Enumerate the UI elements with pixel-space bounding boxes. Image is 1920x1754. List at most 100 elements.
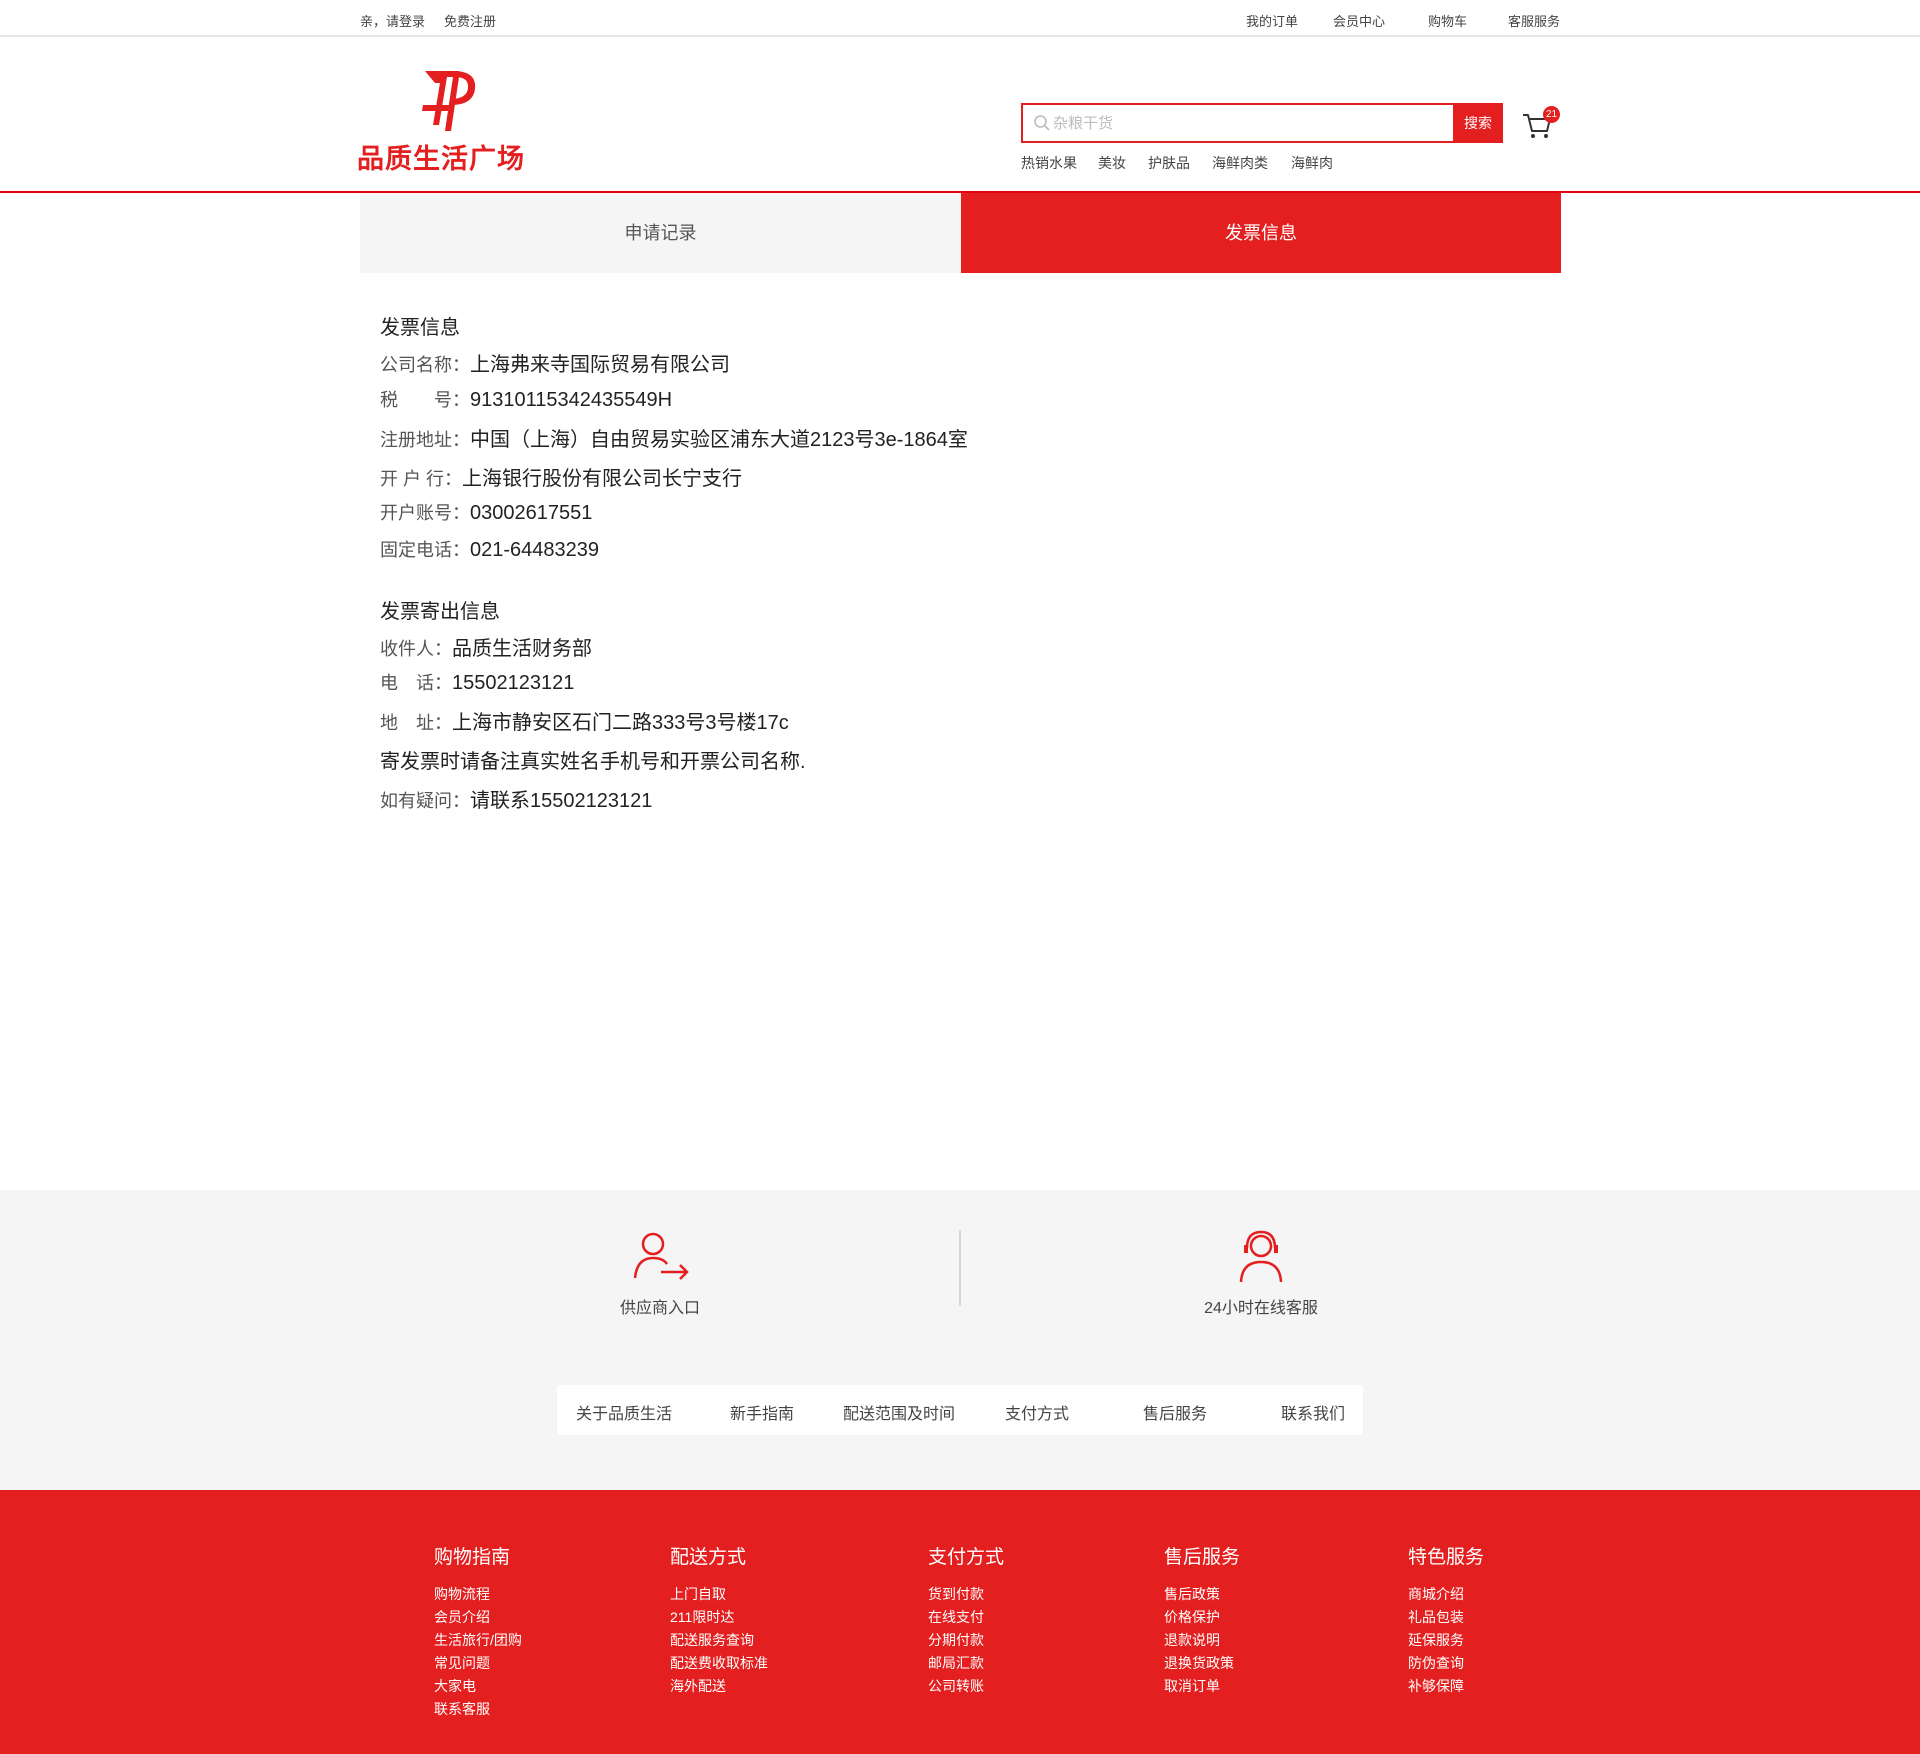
- field-value: 91310115342435549H: [470, 389, 673, 411]
- footer-item[interactable]: 会员介绍: [434, 1606, 522, 1629]
- field-label: 税 号：: [380, 390, 470, 410]
- account-number-row: 开户账号：03002617551: [380, 499, 592, 525]
- footer-item[interactable]: 补够保障: [1408, 1675, 1484, 1698]
- registered-address-row: 注册地址：中国（上海）自由贸易实验区浦东大道2123号3e-1864室: [380, 423, 968, 452]
- footer-item[interactable]: 211限时达: [670, 1606, 768, 1629]
- footer-item[interactable]: 邮局汇款: [928, 1652, 1004, 1675]
- footer-link[interactable]: 新手指南: [730, 1400, 794, 1424]
- cart-link[interactable]: 购物车: [1428, 11, 1467, 30]
- tab-application-records[interactable]: 申请记录: [360, 193, 961, 273]
- online-support-label: 24小时在线客服: [1204, 1300, 1318, 1317]
- recipient-row: 收件人：品质生活财务部: [380, 632, 592, 661]
- footer-column-title: 购物指南: [434, 1547, 511, 1568]
- footer-link-bar: 关于品质生活 新手指南 配送范围及时间 支付方式 售后服务 联系我们: [557, 1385, 1363, 1435]
- footer-item[interactable]: 价格保护: [1164, 1606, 1240, 1629]
- field-label: 开户账号：: [380, 503, 470, 523]
- field-label: 公司名称：: [380, 355, 470, 375]
- member-center-link[interactable]: 会员中心: [1333, 11, 1385, 30]
- hot-keyword[interactable]: 热销水果: [1021, 153, 1077, 173]
- cart-count-badge: 21: [1543, 106, 1560, 123]
- footer-column-title: 支付方式: [928, 1547, 1005, 1568]
- footer-item[interactable]: 分期付款: [928, 1629, 1004, 1652]
- footer-item[interactable]: 常见问题: [434, 1652, 522, 1675]
- hot-keyword[interactable]: 美妆: [1098, 153, 1126, 173]
- footer-item[interactable]: 生活旅行/团购: [434, 1629, 522, 1652]
- search-input[interactable]: [1053, 110, 1433, 136]
- footer-item[interactable]: 购物流程: [434, 1583, 522, 1606]
- footer-column-title: 售后服务: [1164, 1547, 1241, 1568]
- footer-column-after-sales: 售后服务 售后政策 价格保护 退款说明 退换货政策 取消订单: [1164, 1542, 1240, 1698]
- field-value: 上海市静安区石门二路333号3号楼17c: [452, 712, 789, 734]
- mailing-address-row: 地 址：上海市静安区石门二路333号3号楼17c: [380, 706, 789, 735]
- invoice-section-title: 发票信息: [380, 317, 460, 339]
- footer-item[interactable]: 在线支付: [928, 1606, 1004, 1629]
- top-bar: 亲，请登录 免费注册 我的订单 会员中心 购物车 客服服务: [0, 0, 1920, 37]
- field-label: 收件人：: [380, 639, 452, 659]
- footer-item[interactable]: 售后政策: [1164, 1583, 1240, 1606]
- footer-item[interactable]: 上门自取: [670, 1583, 768, 1606]
- footer-column-delivery: 配送方式 上门自取 211限时达 配送服务查询 配送费收取标准 海外配送: [670, 1542, 768, 1698]
- mailing-phone-row: 电 话：15502123121: [380, 669, 574, 695]
- search-icon: [1034, 115, 1050, 131]
- field-value: 15502123121: [452, 672, 575, 694]
- mailing-section-title: 发票寄出信息: [380, 601, 500, 623]
- footer-link[interactable]: 关于品质生活: [576, 1400, 672, 1424]
- hot-keyword[interactable]: 海鲜肉类: [1212, 153, 1268, 173]
- bank-row: 开 户 行：上海银行股份有限公司长宁支行: [380, 462, 742, 491]
- field-value: 上海弗来寺国际贸易有限公司: [470, 354, 730, 376]
- footer-item[interactable]: 防伪查询: [1408, 1652, 1484, 1675]
- register-link[interactable]: 免费注册: [444, 11, 496, 30]
- footer-item[interactable]: 配送费收取标准: [670, 1652, 768, 1675]
- footer-column-special-services: 特色服务 商城介绍 礼品包装 延保服务 防伪查询 补够保障: [1408, 1542, 1484, 1698]
- footer-item[interactable]: 延保服务: [1408, 1629, 1484, 1652]
- service-band: 供应商入口 24小时在线客服 关于品质生活 新手指南 配送范围及时间 支付方式 …: [0, 1190, 1920, 1490]
- footer-item[interactable]: 取消订单: [1164, 1675, 1240, 1698]
- field-value: 上海银行股份有限公司长宁支行: [462, 468, 743, 490]
- logo[interactable]: 品质生活广场: [357, 65, 542, 175]
- online-support[interactable]: 24小时在线客服: [1141, 1228, 1381, 1318]
- footer-item[interactable]: 联系客服: [434, 1698, 522, 1721]
- hot-keyword[interactable]: 护肤品: [1148, 153, 1190, 173]
- page: 亲，请登录 免费注册 我的订单 会员中心 购物车 客服服务 品质生活广场 搜索: [0, 0, 1920, 1754]
- footer-link[interactable]: 配送范围及时间: [843, 1400, 955, 1424]
- headset-support-icon: [1239, 1230, 1283, 1283]
- field-label: 开 户 行：: [380, 469, 463, 489]
- supplier-entrance[interactable]: 供应商入口: [540, 1228, 780, 1318]
- footer-item[interactable]: 配送服务查询: [670, 1629, 768, 1652]
- field-label: 如有疑问：: [380, 791, 470, 811]
- field-value: 021-64483239: [470, 539, 600, 561]
- footer-item[interactable]: 商城介绍: [1408, 1583, 1484, 1606]
- footer-link[interactable]: 支付方式: [1005, 1400, 1069, 1424]
- footer-item[interactable]: 货到付款: [928, 1583, 1004, 1606]
- footer-item[interactable]: 公司转账: [928, 1675, 1004, 1698]
- field-label: 地 址：: [380, 713, 452, 733]
- footer-column-title: 特色服务: [1408, 1547, 1485, 1568]
- footer-item[interactable]: 礼品包装: [1408, 1606, 1484, 1629]
- field-value: 品质生活财务部: [452, 638, 592, 660]
- supplier-entrance-icon: [633, 1232, 689, 1280]
- search-button[interactable]: 搜索: [1453, 103, 1503, 143]
- footer-item[interactable]: 大家电: [434, 1675, 522, 1698]
- footer-column-title: 配送方式: [670, 1547, 747, 1568]
- logo-text: 品质生活广场: [357, 144, 525, 174]
- footer-link[interactable]: 联系我们: [1281, 1400, 1345, 1424]
- customer-service-link[interactable]: 客服服务: [1508, 11, 1560, 30]
- footer-item[interactable]: 退换货政策: [1164, 1652, 1240, 1675]
- field-label: 电 话：: [380, 673, 452, 693]
- tax-number-row: 税 号：91310115342435549H: [380, 386, 672, 412]
- footer-link[interactable]: 售后服务: [1143, 1400, 1207, 1424]
- login-link[interactable]: 亲，请登录: [360, 11, 425, 30]
- my-orders-link[interactable]: 我的订单: [1246, 11, 1298, 30]
- hot-keyword[interactable]: 海鲜肉: [1291, 153, 1333, 173]
- tab-invoice-info[interactable]: 发票信息: [961, 193, 1561, 273]
- tab-bar: 申请记录 发票信息: [360, 193, 1561, 273]
- supplier-entrance-label: 供应商入口: [619, 1300, 700, 1317]
- footer-item[interactable]: 退款说明: [1164, 1629, 1240, 1652]
- footer: 购物指南 购物流程 会员介绍 生活旅行/团购 常见问题 大家电 联系客服 配送方…: [0, 1490, 1920, 1754]
- footer-item[interactable]: 海外配送: [670, 1675, 768, 1698]
- service-divider: [959, 1230, 961, 1306]
- search-box: 搜索: [1021, 103, 1503, 143]
- contact-row: 如有疑问：请联系15502123121: [380, 784, 652, 813]
- field-label: 固定电话：: [380, 540, 470, 560]
- field-label: 注册地址：: [380, 430, 470, 450]
